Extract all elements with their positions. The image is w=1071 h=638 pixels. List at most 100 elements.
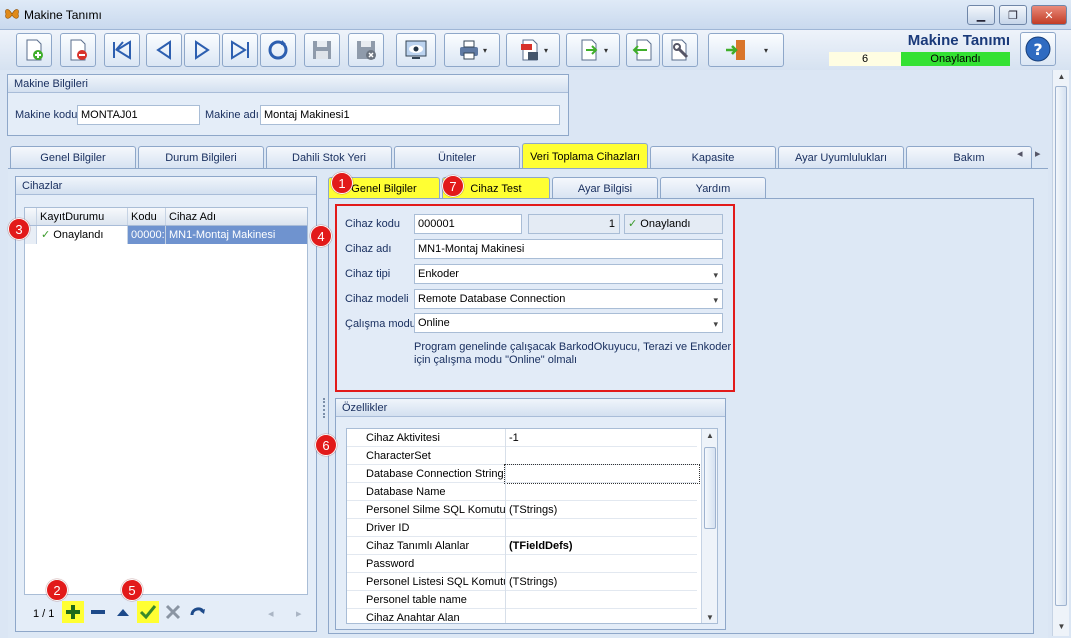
window-scrollbar[interactable]: ▲ ▼ [1052, 70, 1069, 636]
first-record-button[interactable] [104, 33, 140, 67]
help-button[interactable]: ? [1020, 32, 1056, 66]
property-row[interactable]: Cihaz Tanımlı Alanlar (TFieldDefs) [347, 537, 697, 555]
tab-internal-stock[interactable]: Dahili Stok Yeri [266, 146, 392, 168]
save-button[interactable] [304, 33, 340, 67]
property-value[interactable]: (TFieldDefs) [505, 537, 699, 555]
tab-scroll-left-icon[interactable]: ◂ [1017, 147, 1023, 160]
tab-status[interactable]: Durum Bilgileri [138, 146, 264, 168]
scroll-down-icon[interactable]: ▼ [702, 613, 717, 622]
grid-scroll-left-icon[interactable]: ◂ [268, 607, 274, 620]
scroll-thumb[interactable] [704, 447, 716, 529]
scroll-down-icon[interactable]: ▼ [1053, 622, 1070, 631]
property-row[interactable]: Personel table name [347, 591, 697, 609]
close-button[interactable]: ✕ [1031, 5, 1067, 25]
property-row[interactable]: Cihaz Aktivitesi -1 [347, 429, 697, 447]
device-status: ✓ Onaylandı [624, 214, 723, 234]
tab-capacity[interactable]: Kapasite [650, 146, 776, 168]
minimize-button[interactable]: ▁ [967, 5, 995, 25]
row-code: 00000: [128, 226, 166, 244]
grid-scroll-right-icon[interactable]: ▸ [296, 607, 302, 620]
tab-maintenance[interactable]: Bakım [906, 146, 1032, 168]
property-row[interactable]: Driver ID [347, 519, 697, 537]
tab-scroll-right-icon[interactable]: ▸ [1035, 147, 1041, 160]
splitter-handle[interactable] [323, 398, 326, 418]
device-name-input[interactable]: MN1-Montaj Makinesi [414, 239, 723, 259]
maximize-button[interactable]: ❐ [999, 5, 1027, 25]
subtab-help[interactable]: Yardım [660, 177, 766, 199]
property-value[interactable] [505, 591, 699, 609]
property-row[interactable]: CharacterSet [347, 447, 697, 465]
last-record-icon [231, 40, 249, 60]
device-type-select[interactable]: Enkoder ▾ [414, 264, 723, 284]
next-record-button[interactable] [184, 33, 220, 67]
exit-door-icon [725, 40, 745, 60]
chevron-down-icon: ▾ [713, 319, 718, 329]
new-document-button[interactable] [16, 33, 52, 67]
pdf-export-button[interactable]: ▾ [506, 33, 560, 67]
property-value[interactable] [505, 519, 699, 537]
device-model-label: Cihaz modeli [345, 293, 409, 305]
property-value[interactable]: (TStrings) [505, 501, 699, 519]
previous-record-icon [156, 40, 171, 60]
property-row[interactable]: Password [347, 555, 697, 573]
scroll-thumb[interactable] [1055, 86, 1067, 606]
delete-row-button[interactable] [87, 601, 109, 623]
cancel-save-button[interactable] [348, 33, 384, 67]
property-value[interactable] [505, 555, 699, 573]
property-row[interactable]: Cihaz Anahtar Alan [347, 609, 699, 623]
col-device-name[interactable]: Cihaz Adı [166, 208, 307, 225]
col-code[interactable]: Kodu [128, 208, 166, 225]
property-scrollbar[interactable]: ▲ ▼ [701, 429, 717, 623]
annotation-badge-4: 4 [310, 225, 332, 247]
property-value[interactable] [505, 609, 699, 623]
delete-document-button[interactable] [60, 33, 96, 67]
cancel-row-button[interactable] [162, 601, 184, 623]
property-row[interactable]: Database Connection String [347, 464, 700, 484]
property-row[interactable]: Database Name [347, 483, 697, 501]
tab-settings-compat[interactable]: Ayar Uyumlulukları [778, 146, 904, 168]
property-value[interactable] [505, 483, 699, 501]
property-value[interactable]: -1 [505, 429, 699, 447]
table-row[interactable]: ✓ Onaylandı 00000: MN1-Montaj Makinesi [25, 226, 307, 244]
device-code-input[interactable]: 000001 [414, 214, 522, 234]
refresh-row-button[interactable] [187, 601, 209, 623]
settings-button[interactable] [662, 33, 698, 67]
property-value[interactable]: (TStrings) [505, 573, 699, 591]
butterfly-logo-icon [5, 9, 19, 19]
cross-icon [165, 604, 181, 620]
scroll-up-icon[interactable]: ▲ [702, 431, 717, 440]
work-mode-note-2: için çalışma modu "Online" olmalı [414, 354, 578, 366]
scroll-up-icon[interactable]: ▲ [1053, 72, 1070, 81]
property-value[interactable] [504, 464, 700, 484]
add-row-button[interactable] [62, 601, 84, 623]
property-value[interactable] [505, 447, 699, 465]
machine-code-input[interactable]: MONTAJ01 [77, 105, 200, 125]
print-button[interactable]: ▾ [444, 33, 500, 67]
property-row[interactable]: Personel Listesi SQL Komutu (TStrings) [347, 573, 697, 591]
delete-document-icon [70, 39, 87, 61]
device-model-select[interactable]: Remote Database Connection ▾ [414, 289, 723, 309]
document-wrench-icon [671, 39, 689, 61]
edit-row-button[interactable] [112, 601, 134, 623]
machine-name-input[interactable]: Montaj Makinesi1 [260, 105, 560, 125]
col-record-status[interactable]: KayıtDurumu [37, 208, 128, 225]
previous-record-button[interactable] [146, 33, 182, 67]
floppy-disk-icon [313, 41, 331, 59]
annotation-badge-2: 2 [46, 579, 68, 601]
row-device-name: MN1-Montaj Makinesi [166, 226, 307, 244]
import-button[interactable] [626, 33, 660, 67]
last-record-button[interactable] [222, 33, 258, 67]
tab-units[interactable]: Üniteler [394, 146, 520, 168]
export-button[interactable]: ▾ [566, 33, 620, 67]
property-row[interactable]: Personel Silme SQL Komutu (TStrings) [347, 501, 697, 519]
exit-button[interactable]: ▾ [708, 33, 784, 67]
tab-general[interactable]: Genel Bilgiler [10, 146, 136, 168]
refresh-button[interactable] [260, 33, 296, 67]
tab-data-collection[interactable]: Veri Toplama Cihazları [522, 143, 648, 169]
work-mode-select[interactable]: Online ▾ [414, 313, 723, 333]
preview-button[interactable] [396, 33, 436, 67]
subtab-settings-info[interactable]: Ayar Bilgisi [552, 177, 658, 199]
record-number: 6 [829, 52, 901, 66]
devices-title: Cihazlar [16, 177, 316, 195]
post-row-button[interactable] [137, 601, 159, 623]
